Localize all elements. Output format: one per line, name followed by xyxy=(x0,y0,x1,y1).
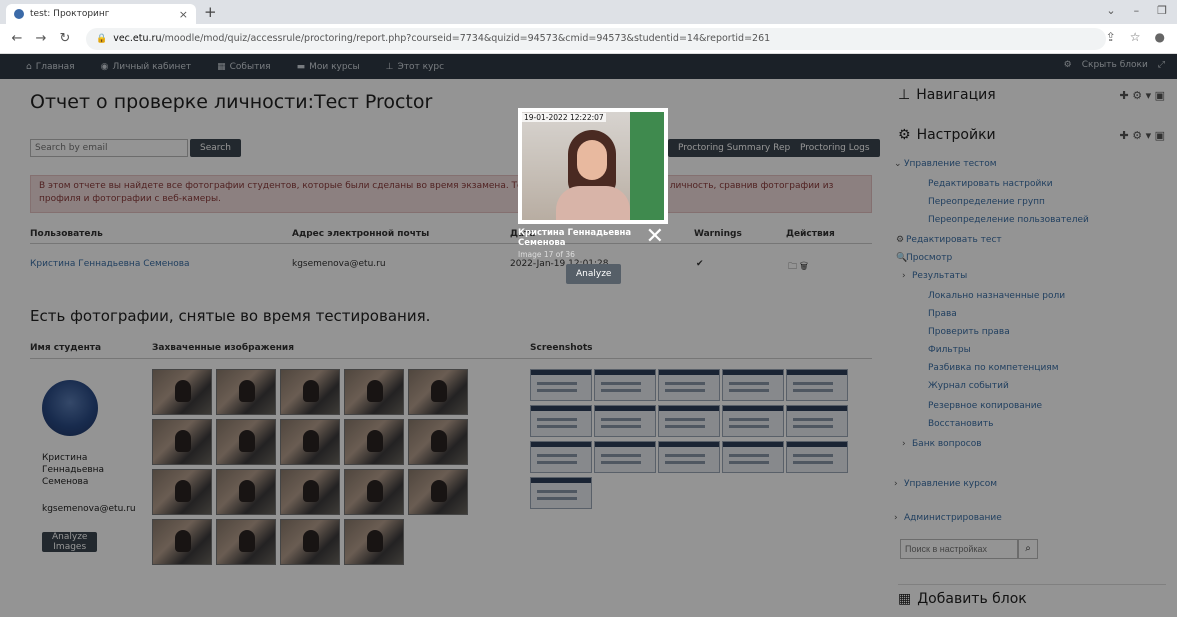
bookmark-star-icon[interactable]: ☆ xyxy=(1130,30,1141,44)
minimize-icon[interactable]: – xyxy=(1134,4,1140,17)
url-host: vec.etu.ru xyxy=(113,33,162,44)
lightbox-student-name: Кристина Геннадьевна Семенова xyxy=(518,228,632,248)
back-icon[interactable]: ← xyxy=(10,31,24,46)
url-input[interactable]: 🔒 vec.etu.ru /moodle/mod/quiz/accessrule… xyxy=(86,27,1106,50)
maximize-icon[interactable]: ❐ xyxy=(1157,4,1167,17)
url-path: /moodle/mod/quiz/accessrule/proctoring/r… xyxy=(161,33,771,44)
photo-timestamp: 19-01-2022 12:22:07 xyxy=(522,113,606,122)
browser-tabstrip: test: Прокторинг × + ⌄ – ❐ xyxy=(0,0,1177,24)
tab-close-icon[interactable]: × xyxy=(179,8,188,21)
close-icon[interactable]: ✕ xyxy=(646,226,664,248)
profile-icon[interactable]: ● xyxy=(1155,30,1165,44)
lightbox-frame: 19-01-2022 12:22:07 xyxy=(518,108,668,224)
analyze-button[interactable]: Analyze xyxy=(566,264,622,284)
forward-icon[interactable]: → xyxy=(34,31,48,46)
share-icon[interactable]: ⇪ xyxy=(1106,30,1116,44)
browser-tab[interactable]: test: Прокторинг × xyxy=(6,4,196,24)
moodle-favicon-icon xyxy=(14,9,24,19)
browser-tab-title: test: Прокторинг xyxy=(30,9,110,19)
lock-icon: 🔒 xyxy=(96,33,108,44)
address-bar: ← → ↻ 🔒 vec.etu.ru /moodle/mod/quiz/acce… xyxy=(0,24,1177,54)
new-tab-icon[interactable]: + xyxy=(204,3,217,21)
window-controls: ⌄ – ❐ xyxy=(1106,4,1167,17)
address-actions: ⇪ ☆ ● xyxy=(1106,30,1165,44)
tab-search-icon[interactable]: ⌄ xyxy=(1106,4,1115,17)
image-counter: Image 17 of 36 xyxy=(518,250,575,259)
reload-icon[interactable]: ↻ xyxy=(58,31,72,46)
image-lightbox: 19-01-2022 12:22:07 Кристина Геннадьевна… xyxy=(518,108,668,285)
webcam-photo xyxy=(522,112,664,220)
